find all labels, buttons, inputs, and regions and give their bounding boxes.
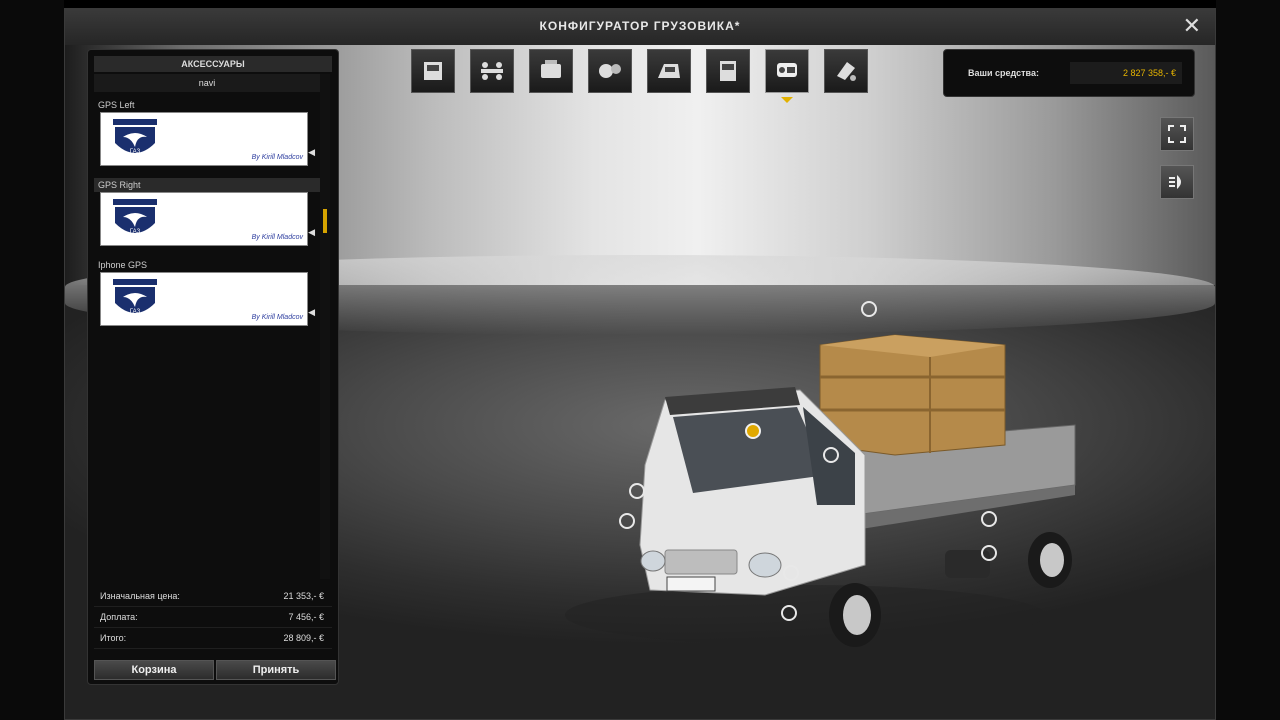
funds-value: 2 827 358,- € (1070, 62, 1182, 84)
tab-truck-cab[interactable] (411, 49, 455, 93)
base-price-row: Изначальная цена: 21 353,- € (94, 586, 332, 607)
category-label[interactable]: navi (94, 74, 320, 92)
cart-button[interactable]: Корзина (94, 660, 214, 680)
accessory-item-iphone-gps[interactable]: Iphone GPS ГАЗ By Kirill Mladcov ◀ (94, 258, 320, 326)
logo-text: ГАЗ (130, 149, 141, 155)
gaz-logo-icon: ГАЗ (113, 279, 157, 315)
gaz-logo-icon: ГАЗ (113, 199, 157, 235)
hotspot-grille[interactable] (619, 513, 635, 529)
scroll-thumb[interactable] (323, 209, 327, 233)
window-title: КОНФИГУРАТОР ГРУЗОВИКА* (539, 19, 741, 33)
accept-button[interactable]: Принять (216, 660, 336, 680)
hotspot-mirror[interactable] (823, 447, 839, 463)
fullscreen-button[interactable] (1160, 117, 1194, 151)
thumb-caption: By Kirill Mladcov (251, 314, 303, 321)
cabin-interior-icon (658, 64, 680, 78)
tab-accessories[interactable] (765, 49, 809, 93)
item-label: GPS Right (94, 178, 320, 192)
tab-transmission[interactable] (588, 49, 632, 93)
accessory-item-gps-left[interactable]: GPS Left ГАЗ By Kirill Mladcov ◀ (94, 98, 320, 166)
gaz-logo-icon: ГАЗ (113, 119, 157, 155)
tab-paint[interactable] (824, 49, 868, 93)
right-margin (1216, 0, 1280, 720)
tab-engine[interactable] (529, 49, 573, 93)
total-price-value: 28 809,- € (283, 633, 324, 643)
hotspot-hood[interactable] (629, 483, 645, 499)
left-margin (0, 0, 64, 720)
caret-icon: ◀ (308, 227, 315, 237)
logo-text: ГАЗ (130, 309, 141, 315)
chassis-icon (481, 62, 503, 80)
caret-icon: ◀ (308, 307, 315, 317)
funds-panel: Ваши средства: 2 827 358,- € (943, 49, 1195, 97)
transmission-icon (599, 64, 621, 78)
close-icon[interactable]: ✕ (1183, 15, 1201, 37)
hotspot-windshield[interactable] (745, 423, 761, 439)
funds-label: Ваши средства: (968, 68, 1039, 78)
extra-price-value: 7 456,- € (288, 612, 324, 622)
active-tab-indicator (781, 97, 793, 103)
fullscreen-icon (1168, 125, 1186, 143)
price-summary: Изначальная цена: 21 353,- € Доплата: 7 … (94, 586, 332, 649)
hotspot-rear-wheel[interactable] (981, 511, 997, 527)
hotspot-front-tire[interactable] (781, 605, 797, 621)
item-thumbnail[interactable]: ГАЗ By Kirill Mladcov ◀ (100, 272, 315, 326)
accessory-item-gps-right[interactable]: GPS Right ГАЗ By Kirill Mladcov ◀ (94, 178, 320, 246)
item-thumbnail[interactable]: ГАЗ By Kirill Mladcov ◀ (100, 192, 315, 246)
hotspot-front-wheel[interactable] (783, 565, 799, 581)
engine-icon (541, 60, 561, 78)
accessories-panel: АКСЕССУАРЫ navi GPS Left ГАЗ By Kirill M… (87, 49, 339, 685)
truck-configurator-window: КОНФИГУРАТОР ГРУЗОВИКА* ✕ АКСЕССУАРЫ nav… (64, 8, 1216, 720)
paint-icon (837, 62, 856, 81)
logo-text: ГАЗ (130, 229, 141, 235)
total-price-row: Итого: 28 809,- € (94, 628, 332, 649)
title-bar: КОНФИГУРАТОР ГРУЗОВИКА* ✕ (65, 9, 1215, 46)
base-price-value: 21 353,- € (283, 591, 324, 601)
caret-icon: ◀ (308, 147, 315, 157)
list-scrollbar[interactable] (320, 74, 330, 579)
headlight-icon (1169, 175, 1181, 189)
cab-front-icon (720, 61, 736, 81)
item-thumbnail[interactable]: ГАЗ By Kirill Mladcov ◀ (100, 112, 315, 166)
item-label: GPS Left (98, 100, 135, 110)
hotspot-cargo[interactable] (861, 301, 877, 317)
thumb-caption: By Kirill Mladcov (251, 154, 303, 161)
base-price-label: Изначальная цена: (100, 591, 180, 601)
accessories-icon (777, 63, 797, 77)
tab-cabin-interior[interactable] (647, 49, 691, 93)
app-root: КОНФИГУРАТОР ГРУЗОВИКА* ✕ АКСЕССУАРЫ nav… (0, 0, 1280, 720)
thumb-caption: By Kirill Mladcov (251, 234, 303, 241)
extra-price-label: Доплата: (100, 612, 138, 622)
truck-cab-icon (424, 62, 442, 80)
headlight-button[interactable] (1160, 165, 1194, 199)
panel-header: АКСЕССУАРЫ (94, 56, 332, 72)
hotspot-rear-tire[interactable] (981, 545, 997, 561)
total-price-label: Итого: (100, 633, 127, 643)
tab-cab-front[interactable] (706, 49, 750, 93)
tab-chassis[interactable] (470, 49, 514, 93)
item-label: Iphone GPS (98, 260, 148, 270)
extra-price-row: Доплата: 7 456,- € (94, 607, 332, 628)
